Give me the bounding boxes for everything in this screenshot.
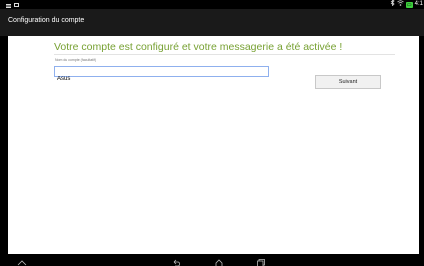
menu-icon <box>6 3 11 8</box>
window-icon <box>14 2 19 7</box>
action-bar: Configuration du compte <box>0 9 424 36</box>
account-name-field[interactable] <box>54 66 269 84</box>
setup-content: Votre compte est configuré et votre mess… <box>8 36 419 254</box>
navigation-bar <box>0 254 424 266</box>
back-icon[interactable] <box>171 255 181 266</box>
account-name-label: Nom du compte (facultatif) <box>55 58 97 62</box>
battery-icon: ▭ <box>405 1 413 8</box>
page-title: Configuration du compte <box>8 17 85 24</box>
account-name-input[interactable] <box>55 74 268 84</box>
home-icon[interactable] <box>214 255 224 266</box>
screen: ▭ 4:1 Configuration du compte Votre comp… <box>0 0 424 266</box>
status-bar: ▭ 4:1 <box>0 0 424 9</box>
home-icon[interactable] <box>17 255 27 266</box>
clock: 4:1 <box>414 1 423 7</box>
divider <box>54 54 395 55</box>
recent-apps-icon[interactable] <box>256 255 266 266</box>
success-heading: Votre compte est configuré et votre mess… <box>54 41 343 53</box>
next-button[interactable]: Suivant <box>315 75 381 89</box>
